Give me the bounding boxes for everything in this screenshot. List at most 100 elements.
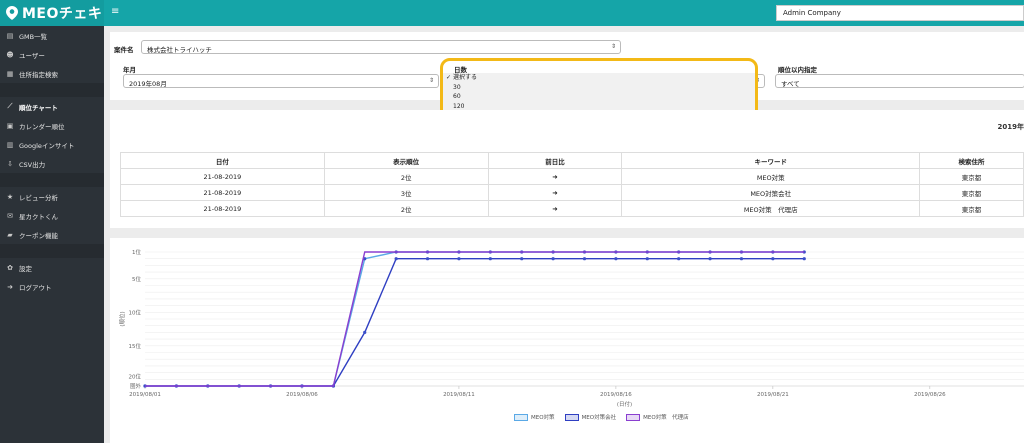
- table-row: 21-08-2019 2位 ➜ MEO対策 東京都: [120, 168, 1024, 185]
- sidebar-item-label: Googleインサイト: [19, 141, 75, 150]
- sidebar-item[interactable]: ➜ ログアウト: [0, 277, 104, 296]
- sidebar-item-icon: ✿: [7, 263, 13, 272]
- table-cell: 東京都: [919, 168, 1024, 185]
- month-value: 2019年08月: [129, 80, 167, 88]
- select-arrows-icon: ⇕: [610, 43, 616, 50]
- x-axis-label: (日付): [617, 400, 632, 408]
- sidebar-item-icon: ➜: [7, 282, 13, 291]
- sidebar-item-icon: ⟋: [7, 102, 13, 110]
- sidebar-item-label: CSV出力: [19, 160, 46, 169]
- sidebar-separator: [0, 83, 104, 97]
- sidebar-item[interactable]: ⇩ CSV出力: [0, 154, 104, 173]
- sidebar-item-icon: ▰: [7, 230, 13, 239]
- sidebar-item[interactable]: ✿ 設定: [0, 258, 104, 277]
- top-bar: MEOチェキ ≡ Admin Company: [0, 0, 1024, 26]
- table-cell: 21-08-2019: [120, 168, 325, 185]
- sidebar-item[interactable]: ▦ 住所指定検索: [0, 64, 104, 83]
- table-cell: 21-08-2019: [120, 184, 325, 201]
- menu-toggle-icon[interactable]: ≡: [111, 6, 119, 17]
- sidebar-item[interactable]: ▤ GMB一覧: [0, 26, 104, 45]
- x-tick-label: 2019/08/06: [286, 392, 318, 398]
- rank-value: すべて: [781, 80, 800, 88]
- sidebar-item-icon: ⇩: [7, 159, 13, 168]
- sidebar-item-label: 順位チャート: [19, 103, 58, 112]
- select-arrows-icon: ⇕: [428, 77, 434, 84]
- data-point: [488, 257, 492, 261]
- data-point: [614, 257, 618, 261]
- arrow-right-icon: ➜: [487, 184, 623, 201]
- column-header: キーワード: [621, 152, 921, 169]
- table-cell: 2位: [323, 168, 489, 185]
- data-point: [425, 257, 430, 261]
- brand-name: MEOチェキ: [22, 6, 103, 22]
- sidebar-item[interactable]: ▣ カレンダー順位: [0, 116, 104, 135]
- x-tick-label: 2019/08/26: [914, 392, 946, 398]
- sidebar-item[interactable]: ▥ Googleインサイト: [0, 135, 104, 154]
- sidebar: ▤ GMB一覧 ☻ ユーザー ▦ 住所指定検索 ⟋ 順位チャート ▣ カレンダー順位 ▥ Google…: [0, 26, 104, 443]
- data-point: [394, 257, 398, 261]
- table-row: 21-08-2019 2位 ➜ MEO対策 代理店 東京都: [120, 200, 1024, 217]
- x-tick-label: 2019/08/21: [757, 392, 789, 398]
- data-point: [520, 257, 524, 261]
- sidebar-item-icon: ☻: [6, 50, 14, 59]
- table-cell: MEO対策 代理店: [621, 200, 921, 217]
- sidebar-item[interactable]: ▰ クーポン機能: [0, 225, 104, 244]
- legend-label: MEO対策会社: [581, 415, 617, 421]
- sidebar-item-icon: ▣: [6, 121, 14, 130]
- case-select[interactable]: 株式会社トライハッチ ⇕: [141, 40, 621, 54]
- x-tick-label: 2019/08/11: [443, 392, 475, 398]
- table-cell: 3位: [323, 184, 489, 201]
- rank-select[interactable]: すべて: [775, 74, 1024, 88]
- table-cell: 2位: [323, 200, 489, 217]
- sidebar-item[interactable]: ✉ 星カクトくん: [0, 206, 104, 225]
- data-point: [645, 257, 649, 261]
- month-label: 年月: [123, 66, 136, 74]
- sidebar-item-label: GMB一覧: [19, 32, 48, 41]
- chart-legend: MEO対策 MEO対策会社 MEO対策 代理店: [514, 413, 689, 421]
- sidebar-item-icon: ▤: [6, 31, 14, 40]
- legend-item[interactable]: MEO対策会社: [564, 413, 617, 421]
- column-header: 前日比: [487, 152, 623, 169]
- table-row: 21-08-2019 3位 ➜ MEO対策会社 東京都: [120, 184, 1024, 201]
- legend-item[interactable]: MEO対策: [514, 413, 555, 421]
- sidebar-item-label: ユーザー: [19, 51, 45, 60]
- sidebar-separator: [0, 173, 104, 187]
- chart-panel: 2019/08/01 2019/08/06 2019/08/11 2019/08/16…: [110, 238, 1024, 443]
- sidebar-item-icon: ▥: [6, 140, 14, 149]
- data-point: [677, 257, 681, 261]
- y-tick-label: 圏外: [130, 382, 142, 390]
- data-point: [582, 257, 587, 261]
- sidebar-item-label: 設定: [19, 264, 32, 273]
- data-point: [771, 257, 775, 261]
- sidebar-item-icon: ▦: [6, 69, 14, 78]
- sidebar-item-label: ログアウト: [19, 283, 52, 292]
- sidebar-item-label: 住所指定検索: [19, 70, 58, 79]
- y-tick-label: 20位: [129, 372, 142, 380]
- table-cell: 東京都: [919, 200, 1024, 217]
- legend-item[interactable]: MEO対策 代理店: [626, 413, 689, 421]
- main-content: 案件名 株式会社トライハッチ ⇕ 年月 2019年08月 ⇕ 日数 ⇕ 順位以内…: [104, 26, 1024, 443]
- table-cell: MEO対策会社: [621, 184, 921, 201]
- case-label: 案件名: [114, 46, 134, 54]
- legend-label: MEO対策: [531, 415, 555, 421]
- rank-label: 順位以内指定: [778, 66, 817, 74]
- sidebar-item-label: クーポン機能: [19, 231, 58, 240]
- sidebar-item-icon: ✉: [7, 211, 13, 220]
- column-header: 日付: [120, 152, 325, 169]
- sidebar-item[interactable]: ☻ ユーザー: [0, 45, 104, 64]
- arrow-right-icon: ➜: [487, 200, 623, 217]
- month-select[interactable]: 2019年08月 ⇕: [123, 74, 439, 88]
- map-pin-icon: [6, 6, 18, 20]
- table-panel: 2019年 日付 表示順位 前日比 キーワード 検索住所 21-08-2019 2位 ➜ MEO…: [110, 110, 1024, 228]
- x-tick-label: 2019/08/01: [129, 392, 161, 398]
- y-tick-label: 1位: [132, 248, 141, 256]
- brand[interactable]: MEOチェキ: [0, 0, 104, 26]
- sidebar-separator: [0, 244, 104, 258]
- data-point: [802, 257, 806, 261]
- data-point: [708, 257, 712, 261]
- x-tick-label: 2019/08/16: [600, 392, 632, 398]
- sidebar-item[interactable]: ⟋ 順位チャート: [0, 97, 104, 116]
- company-selector[interactable]: Admin Company: [776, 5, 1024, 21]
- sidebar-item[interactable]: ★ レビュー分析: [0, 187, 104, 206]
- case-value: 株式会社トライハッチ: [147, 46, 212, 54]
